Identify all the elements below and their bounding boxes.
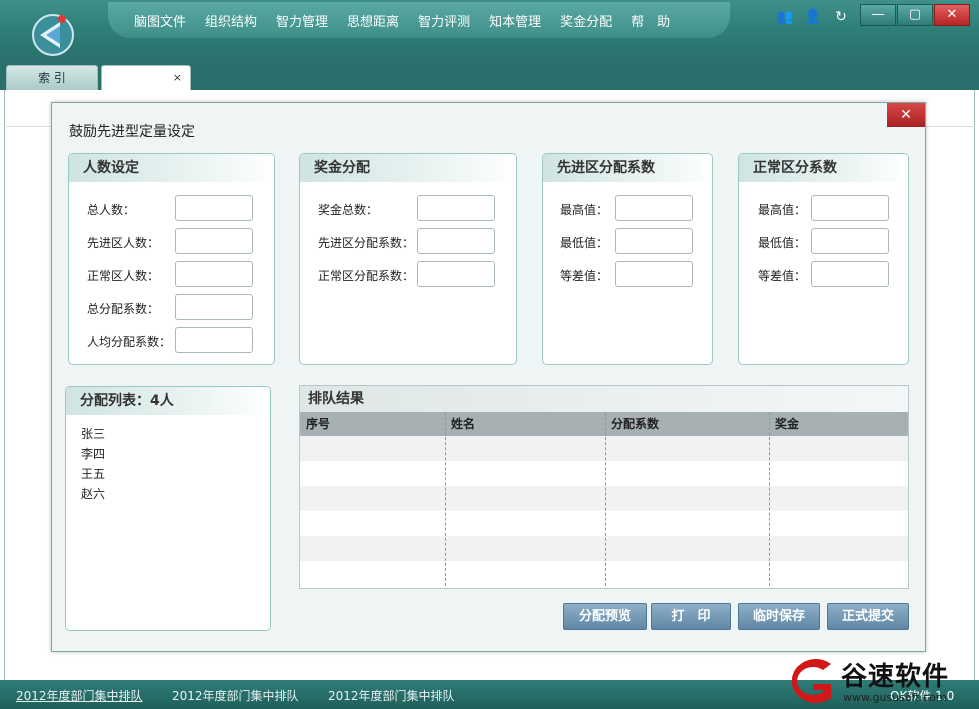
column-divider <box>445 412 446 586</box>
label-total-people: 总人数： <box>87 203 136 217</box>
label-average-coefficient: 人均分配系数： <box>87 335 172 349</box>
menu-intellect-management[interactable]: 智力管理 <box>276 11 328 30</box>
group-normal-title: 正常区分系数 <box>739 154 908 182</box>
watermark: 谷速软件 www.gususoft.com <box>781 654 979 709</box>
label-normal-min: 最低值： <box>758 236 807 250</box>
table-row[interactable] <box>300 436 908 461</box>
label-advanced-people: 先进区人数： <box>87 236 160 250</box>
column-divider <box>769 412 770 586</box>
label-normal-people: 正常区人数： <box>87 269 160 283</box>
status-item-1[interactable]: 2012年度部门集中排队 <box>16 687 143 704</box>
group-advanced-title: 先进区分配系数 <box>543 154 712 182</box>
input-normal-step[interactable] <box>811 261 889 287</box>
input-advanced-people[interactable] <box>175 228 253 254</box>
ranking-result-title: 排队结果 <box>300 386 908 412</box>
label-advanced-coefficient: 先进区分配系数： <box>318 236 415 250</box>
main-menu: 脑图文件 组织结构 智力管理 思想距离 智力评测 知本管理 奖金分配 帮 助 <box>108 2 730 38</box>
print-button[interactable]: 打 印 <box>651 603 731 630</box>
table-row[interactable] <box>300 561 908 587</box>
menu-bonus-distribution[interactable]: 奖金分配 <box>560 11 612 30</box>
menu-knowledge-capital[interactable]: 知本管理 <box>489 11 541 30</box>
column-header-coefficient[interactable]: 分配系数 <box>605 412 769 436</box>
minimize-button[interactable]: — <box>860 4 896 26</box>
table-row[interactable] <box>300 486 908 511</box>
preview-button[interactable]: 分配预览 <box>563 603 647 630</box>
label-advanced-step: 等差值： <box>560 269 609 283</box>
menu-help[interactable]: 帮 助 <box>631 11 670 30</box>
tab-close-icon[interactable]: × <box>173 66 182 90</box>
label-normal-coefficient: 正常区分配系数： <box>318 269 415 283</box>
input-normal-max[interactable] <box>811 195 889 221</box>
tab-strip: 索 引 × <box>0 64 979 90</box>
input-advanced-max[interactable] <box>615 195 693 221</box>
column-header-name[interactable]: 姓名 <box>445 412 605 436</box>
distribution-list-title: 分配列表：4人 <box>66 387 270 415</box>
table-row[interactable] <box>300 511 908 536</box>
input-advanced-coefficient[interactable] <box>417 228 495 254</box>
column-header-bonus[interactable]: 奖金 <box>769 412 908 436</box>
table-row[interactable] <box>300 461 908 486</box>
status-item-2[interactable]: 2012年度部门集中排队 <box>172 687 299 704</box>
group-people-setting: 人数设定 总人数： 先进区人数： 正常区人数： 总分配系数： 人均分配系数： <box>68 153 275 365</box>
ranking-result-table: 排队结果 序号 姓名 分配系数 奖金 <box>299 385 909 589</box>
table-row[interactable] <box>300 536 908 561</box>
input-total-coefficient[interactable] <box>175 294 253 320</box>
input-normal-coefficient[interactable] <box>417 261 495 287</box>
tab-index[interactable]: 索 引 <box>6 65 98 90</box>
dialog-close-button[interactable]: ✕ <box>887 103 925 127</box>
group-advanced-zone: 先进区分配系数 最高值： 最低值： 等差值： <box>542 153 713 365</box>
toolbar-icons: 👥 👤 ↻ <box>776 8 850 26</box>
menu-thought-distance[interactable]: 思想距离 <box>347 11 399 30</box>
tab-current[interactable]: × <box>101 65 191 90</box>
title-bar: 脑图文件 组织结构 智力管理 思想距离 智力评测 知本管理 奖金分配 帮 助 👥… <box>0 0 979 64</box>
group-people-title: 人数设定 <box>69 154 274 182</box>
dialog-title: 鼓励先进型定量设定 <box>69 124 195 140</box>
label-total-coefficient: 总分配系数： <box>87 302 160 316</box>
label-normal-step: 等差值： <box>758 269 807 283</box>
app-logo-icon <box>32 14 74 56</box>
list-item[interactable]: 张三 <box>81 425 105 442</box>
group-bonus-title: 奖金分配 <box>300 154 516 182</box>
status-item-3[interactable]: 2012年度部门集中排队 <box>328 687 455 704</box>
submit-button[interactable]: 正式提交 <box>827 603 909 630</box>
group-bonus-distribution: 奖金分配 奖金总数： 先进区分配系数： 正常区分配系数： <box>299 153 517 365</box>
distribution-list: 分配列表：4人 张三 李四 王五 赵六 <box>65 386 271 631</box>
watermark-brand: 谷速软件 <box>841 662 950 692</box>
users-icon[interactable]: 👥 <box>776 8 794 26</box>
label-normal-max: 最高值： <box>758 203 807 217</box>
quantitative-setting-dialog: ✕ 鼓励先进型定量设定 人数设定 总人数： 先进区人数： 正常区人数： 总分配系… <box>51 102 926 652</box>
refresh-icon[interactable]: ↻ <box>832 8 850 26</box>
label-advanced-min: 最低值： <box>560 236 609 250</box>
input-total-people[interactable] <box>175 195 253 221</box>
group-normal-zone: 正常区分系数 最高值： 最低值： 等差值： <box>738 153 909 365</box>
list-item[interactable]: 王五 <box>81 465 105 482</box>
menu-intellect-evaluation[interactable]: 智力评测 <box>418 11 470 30</box>
input-normal-people[interactable] <box>175 261 253 287</box>
input-average-coefficient[interactable] <box>175 327 253 353</box>
close-window-button[interactable]: ✕ <box>934 4 970 26</box>
input-bonus-total[interactable] <box>417 195 495 221</box>
menu-brainmap-file[interactable]: 脑图文件 <box>134 11 186 30</box>
temp-save-button[interactable]: 临时保存 <box>738 603 820 630</box>
watermark-url: www.gususoft.com <box>843 691 947 704</box>
watermark-logo-icon <box>791 659 831 703</box>
input-advanced-min[interactable] <box>615 228 693 254</box>
input-advanced-step[interactable] <box>615 261 693 287</box>
column-header-index[interactable]: 序号 <box>300 412 445 436</box>
input-normal-min[interactable] <box>811 228 889 254</box>
menu-org-structure[interactable]: 组织结构 <box>205 11 257 30</box>
column-divider <box>605 412 606 586</box>
user-icon[interactable]: 👤 <box>804 8 822 26</box>
list-item[interactable]: 李四 <box>81 445 105 462</box>
label-bonus-total: 奖金总数： <box>318 203 379 217</box>
list-item[interactable]: 赵六 <box>81 485 105 502</box>
maximize-button[interactable]: ▢ <box>897 4 933 26</box>
label-advanced-max: 最高值： <box>560 203 609 217</box>
